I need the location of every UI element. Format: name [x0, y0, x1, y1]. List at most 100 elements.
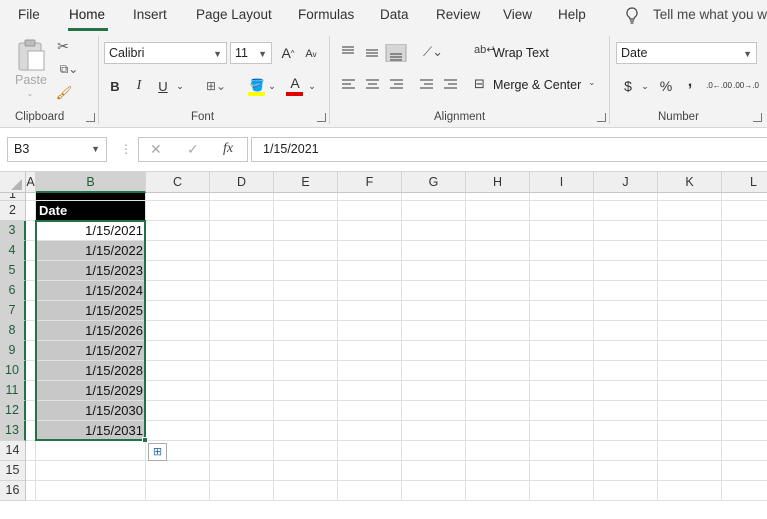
cell-e5[interactable] — [274, 261, 338, 281]
cell-c1[interactable] — [146, 193, 210, 201]
cell-l11[interactable] — [722, 381, 767, 401]
cancel-icon[interactable]: ✕ — [150, 141, 162, 158]
cell-f12[interactable] — [338, 401, 402, 421]
cell-l8[interactable] — [722, 321, 767, 341]
cell-a9[interactable] — [26, 341, 36, 361]
cell-a3[interactable] — [26, 221, 36, 241]
alignment-launcher-icon[interactable] — [597, 113, 606, 122]
cell-i13[interactable] — [530, 421, 594, 441]
cell-j5[interactable] — [594, 261, 658, 281]
cell-k13[interactable] — [658, 421, 722, 441]
cell-i2[interactable] — [530, 201, 594, 221]
cell-f15[interactable] — [338, 461, 402, 481]
cell-b7[interactable]: 1/15/2025 — [36, 301, 146, 321]
cell-l4[interactable] — [722, 241, 767, 261]
cell-e7[interactable] — [274, 301, 338, 321]
row-header-6[interactable]: 6 — [0, 281, 26, 301]
cell-h7[interactable] — [466, 301, 530, 321]
cell-g5[interactable] — [402, 261, 466, 281]
underline-button[interactable]: U — [154, 76, 172, 96]
cell-d13[interactable] — [210, 421, 274, 441]
cell-i7[interactable] — [530, 301, 594, 321]
insert-function-icon[interactable]: fx — [223, 141, 233, 157]
cell-a1[interactable] — [26, 193, 36, 201]
cell-f7[interactable] — [338, 301, 402, 321]
column-header-l[interactable]: L — [722, 172, 767, 193]
column-header-c[interactable]: C — [146, 172, 210, 193]
cell-h9[interactable] — [466, 341, 530, 361]
tab-review[interactable]: Review — [436, 7, 480, 22]
auto-fill-options-icon[interactable]: ⊞ — [148, 443, 167, 461]
cell-a13[interactable] — [26, 421, 36, 441]
cell-d3[interactable] — [210, 221, 274, 241]
cell-e12[interactable] — [274, 401, 338, 421]
increase-decimal-button[interactable]: .0←.00 — [706, 76, 732, 96]
cell-d5[interactable] — [210, 261, 274, 281]
vertical-align-icons[interactable] — [340, 44, 412, 62]
cell-h12[interactable] — [466, 401, 530, 421]
cell-j2[interactable] — [594, 201, 658, 221]
cell-i3[interactable] — [530, 221, 594, 241]
cell-h16[interactable] — [466, 481, 530, 501]
name-box[interactable]: B3 ▼ — [7, 137, 107, 162]
cell-e15[interactable] — [274, 461, 338, 481]
cell-b6[interactable]: 1/15/2024 — [36, 281, 146, 301]
cell-g13[interactable] — [402, 421, 466, 441]
cell-l16[interactable] — [722, 481, 767, 501]
cell-b15[interactable] — [36, 461, 146, 481]
italic-button[interactable]: I — [130, 76, 148, 96]
cell-i10[interactable] — [530, 361, 594, 381]
cell-d12[interactable] — [210, 401, 274, 421]
cell-d16[interactable] — [210, 481, 274, 501]
comma-button[interactable]: , — [683, 72, 697, 92]
cell-c3[interactable] — [146, 221, 210, 241]
row-header-11[interactable]: 11 — [0, 381, 26, 401]
cell-b11[interactable]: 1/15/2029 — [36, 381, 146, 401]
cell-h13[interactable] — [466, 421, 530, 441]
cell-g4[interactable] — [402, 241, 466, 261]
cell-g8[interactable] — [402, 321, 466, 341]
cell-k9[interactable] — [658, 341, 722, 361]
cell-i8[interactable] — [530, 321, 594, 341]
cell-e6[interactable] — [274, 281, 338, 301]
fill-color-dropdown-icon[interactable]: ⌄ — [266, 76, 278, 96]
row-header-9[interactable]: 9 — [0, 341, 26, 361]
cell-i15[interactable] — [530, 461, 594, 481]
orientation-icon[interactable]: ⟋⌄ — [418, 43, 448, 61]
cell-h10[interactable] — [466, 361, 530, 381]
row-header-13[interactable]: 13 — [0, 421, 26, 441]
row-header-4[interactable]: 4 — [0, 241, 26, 261]
cell-f5[interactable] — [338, 261, 402, 281]
row-header-14[interactable]: 14 — [0, 441, 26, 461]
cell-k2[interactable] — [658, 201, 722, 221]
tab-data[interactable]: Data — [380, 7, 409, 22]
cell-l14[interactable] — [722, 441, 767, 461]
row-header-5[interactable]: 5 — [0, 261, 26, 281]
cell-f8[interactable] — [338, 321, 402, 341]
cell-k12[interactable] — [658, 401, 722, 421]
cell-b10[interactable]: 1/15/2028 — [36, 361, 146, 381]
cell-g1[interactable] — [402, 193, 466, 201]
cell-j8[interactable] — [594, 321, 658, 341]
column-header-e[interactable]: E — [274, 172, 338, 193]
cell-a5[interactable] — [26, 261, 36, 281]
cell-k4[interactable] — [658, 241, 722, 261]
cell-c9[interactable] — [146, 341, 210, 361]
cell-a8[interactable] — [26, 321, 36, 341]
cell-f16[interactable] — [338, 481, 402, 501]
cell-i9[interactable] — [530, 341, 594, 361]
cell-h14[interactable] — [466, 441, 530, 461]
cell-f3[interactable] — [338, 221, 402, 241]
cell-k10[interactable] — [658, 361, 722, 381]
merge-dropdown-icon[interactable]: ⌄ — [588, 77, 596, 88]
cell-c13[interactable] — [146, 421, 210, 441]
cell-f11[interactable] — [338, 381, 402, 401]
drag-handle-icon[interactable]: ⋮ — [120, 142, 132, 156]
cell-e16[interactable] — [274, 481, 338, 501]
cell-j10[interactable] — [594, 361, 658, 381]
cell-g14[interactable] — [402, 441, 466, 461]
currency-dropdown-icon[interactable]: ⌄ — [639, 76, 651, 96]
fill-color-icon[interactable]: 🪣 — [249, 78, 265, 92]
cell-a11[interactable] — [26, 381, 36, 401]
currency-button[interactable]: $ — [621, 76, 635, 96]
